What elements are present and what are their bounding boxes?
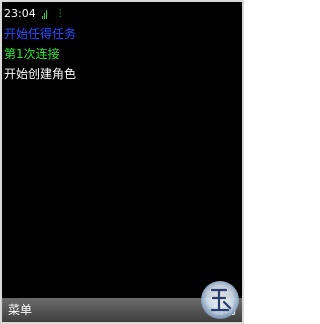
log-line-connect: 第1次连接 xyxy=(4,47,60,61)
clock-time: 23:04 xyxy=(4,7,36,20)
status-bar: 23:04 ⋮ xyxy=(4,6,65,22)
log-line-task: 开始任得任务 xyxy=(4,27,77,41)
phone-screen: 23:04 ⋮ 开始任得任务 第1次连接 开始创建角色 菜单 启动 xyxy=(0,0,244,324)
menu-softkey[interactable]: 菜单 xyxy=(8,301,32,319)
signal-strength-icon xyxy=(41,8,54,20)
app-logo-icon xyxy=(201,281,239,319)
message-log: 开始任得任务 第1次连接 开始创建角色 xyxy=(4,24,76,84)
signal-dots-icon: ⋮ xyxy=(55,9,66,19)
log-line-create-role: 开始创建角色 xyxy=(4,67,77,81)
